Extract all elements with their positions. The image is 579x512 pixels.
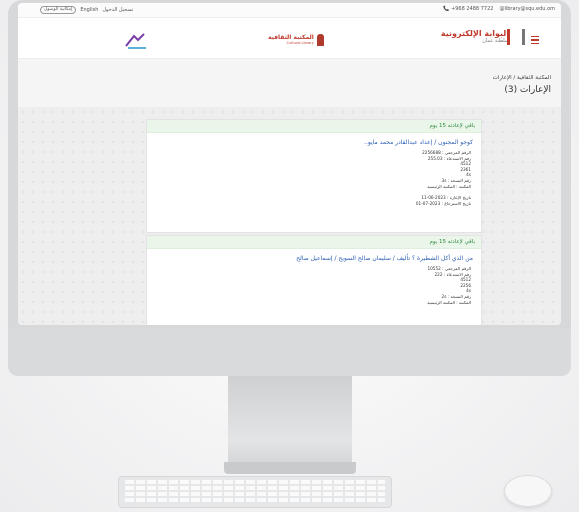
hamburger-menu-icon[interactable] bbox=[531, 36, 539, 44]
accessibility-button[interactable]: إمكانية الوصول bbox=[40, 6, 77, 14]
email-text: @library@squ.edu.om bbox=[499, 6, 555, 12]
detail-line: المكتبة : المكتبة الرئيسية bbox=[427, 299, 471, 305]
monitor-chin bbox=[8, 328, 571, 376]
return-date: تاريخ الاسترجاع : 2023-07-01 bbox=[415, 200, 471, 206]
portal-mark-icon bbox=[507, 29, 525, 45]
login-link[interactable]: تسجيل الدخول bbox=[102, 7, 133, 13]
partner-logo bbox=[122, 32, 152, 52]
loan-book-link[interactable]: كوجو المجنون / إعداد عبدالقادر محمد مايو… bbox=[147, 133, 481, 150]
title-band bbox=[18, 59, 561, 107]
site-header: المكتبة الثقافية Cultural Library البواب… bbox=[18, 18, 561, 59]
loan-status: باقي لإعادته 15 يوم bbox=[147, 120, 481, 133]
keyboard bbox=[118, 476, 392, 508]
breadcrumb[interactable]: المكتبة الثقافية / الإعارات bbox=[493, 75, 551, 81]
phone-text: 📞 +968 2488 7722 bbox=[443, 6, 494, 12]
portal-subtitle: سلطنة عمان bbox=[482, 38, 509, 44]
language-link[interactable]: English bbox=[80, 7, 98, 13]
portal-logo[interactable]: البوابة الإلكترونية سلطنة عمان bbox=[440, 29, 525, 45]
loan-card: باقي لإعادته 15 يوم من الذي أكل الشطيرة … bbox=[146, 235, 482, 325]
page-title: الإعارات (3) bbox=[504, 85, 551, 95]
utility-right: 📞 +968 2488 7722 @library@squ.edu.om bbox=[443, 6, 555, 12]
loan-details: الرقم المرجعي : 10552 رقم الاستدعاء : 22… bbox=[147, 266, 481, 305]
portal-title: البوابة الإلكترونية bbox=[440, 29, 509, 38]
library-logo[interactable]: المكتبة الثقافية Cultural Library bbox=[268, 34, 324, 46]
utility-left: إمكانية الوصول English تسجيل الدخول bbox=[40, 6, 133, 14]
utility-bar: إمكانية الوصول English تسجيل الدخول 📞 +9… bbox=[18, 3, 561, 18]
monitor: إمكانية الوصول English تسجيل الدخول 📞 +9… bbox=[8, 0, 571, 376]
library-subtitle: Cultural Library bbox=[286, 41, 314, 45]
loan-details: الرقم المرجعي : 2256688 رقم الاستدعاء : … bbox=[147, 150, 481, 206]
loan-status: باقي لإعادته 15 يوم bbox=[147, 236, 481, 249]
screen: إمكانية الوصول English تسجيل الدخول 📞 +9… bbox=[18, 3, 561, 325]
mouse bbox=[504, 475, 552, 507]
stand-base bbox=[224, 462, 356, 474]
loan-book-link[interactable]: من الذي أكل الشطيرة ؟ تأليف / سليمان صال… bbox=[147, 249, 481, 266]
library-mark-icon bbox=[316, 34, 324, 46]
monitor-stand bbox=[228, 376, 352, 468]
loan-card: باقي لإعادته 15 يوم كوجو المجنون / إعداد… bbox=[146, 119, 482, 233]
library-title: المكتبة الثقافية bbox=[268, 34, 314, 41]
